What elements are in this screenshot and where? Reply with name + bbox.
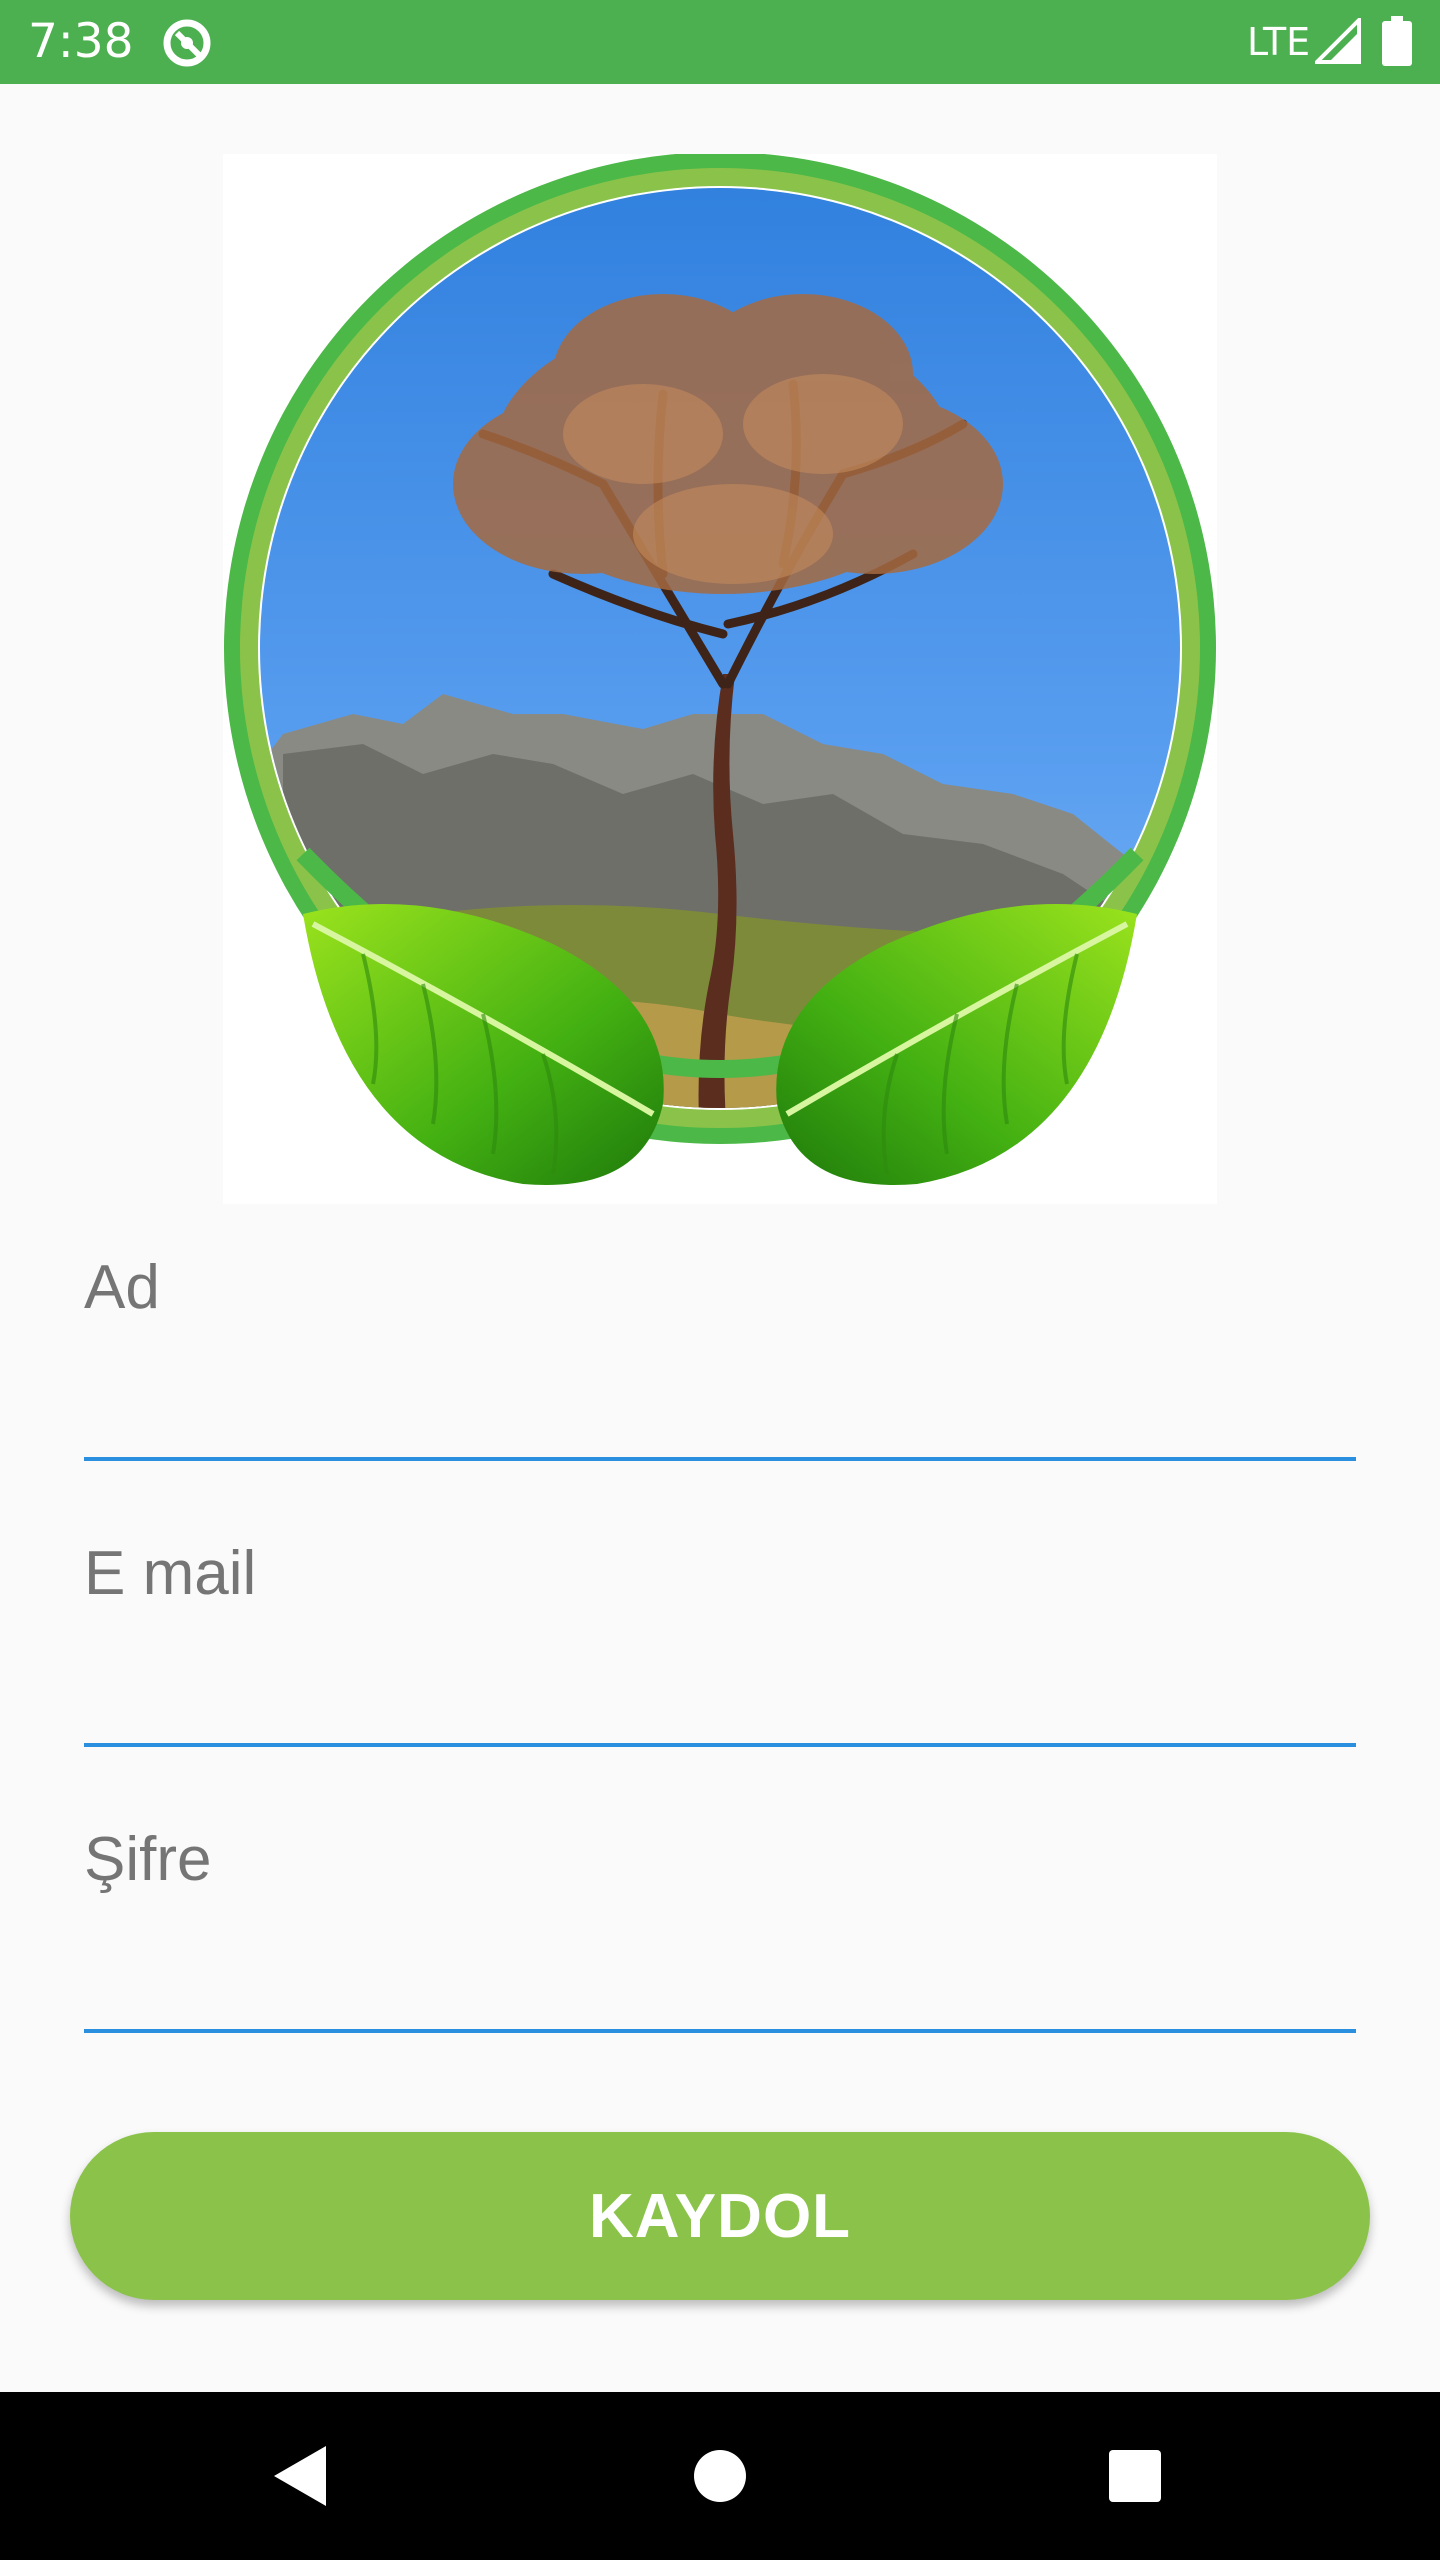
network-type-label: LTE	[1247, 20, 1311, 64]
recents-icon[interactable]	[1093, 2434, 1177, 2518]
name-field-underline	[84, 1457, 1356, 1461]
password-field-underline	[84, 2029, 1356, 2033]
status-bar: 7:38 LTE	[0, 0, 1440, 84]
email-field-underline	[84, 1743, 1356, 1747]
navigation-bar	[0, 2392, 1440, 2560]
email-field[interactable]: E mail	[84, 1536, 1356, 1776]
register-screen: 7:38 LTE Ad E mail Şifre KAYDOL	[0, 0, 1440, 2560]
password-input[interactable]	[84, 1932, 1356, 2012]
name-field[interactable]: Ad	[84, 1250, 1356, 1490]
name-input[interactable]	[84, 1360, 1356, 1440]
email-field-label: E mail	[84, 1539, 257, 1608]
email-input[interactable]	[84, 1646, 1356, 1726]
register-button[interactable]: KAYDOL	[70, 2132, 1370, 2300]
tree-logo	[223, 154, 1217, 1204]
status-time: 7:38	[28, 14, 134, 69]
name-field-label: Ad	[84, 1253, 160, 1322]
app-notification-icon	[160, 16, 214, 70]
battery-icon	[1382, 16, 1412, 66]
password-field-label: Şifre	[84, 1825, 212, 1894]
password-field[interactable]: Şifre	[84, 1822, 1356, 2062]
back-icon[interactable]	[258, 2434, 342, 2518]
signal-icon	[1312, 15, 1361, 64]
home-icon[interactable]	[678, 2434, 762, 2518]
